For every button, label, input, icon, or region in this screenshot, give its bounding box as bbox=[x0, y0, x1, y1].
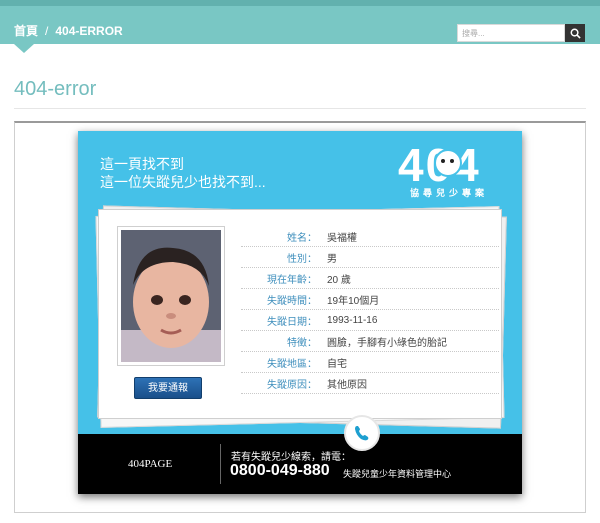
age-label: 現在年齡： bbox=[267, 274, 317, 286]
info-row-reason: 失蹤原因： 其他原因 bbox=[241, 373, 499, 394]
search-input[interactable] bbox=[457, 24, 565, 42]
logo-eye-left bbox=[441, 159, 445, 163]
missing-time-label: 失蹤時間： bbox=[267, 295, 317, 307]
report-button[interactable]: 我要通報 bbox=[134, 377, 202, 399]
features-label: 特徵： bbox=[287, 337, 317, 349]
logo-face-icon bbox=[434, 149, 462, 177]
reason-value: 其他原因 bbox=[327, 379, 367, 391]
info-row-missing-date: 失蹤日期： 1993-11-16 bbox=[241, 310, 499, 331]
breadcrumb-home-link[interactable]: 首頁 bbox=[14, 24, 38, 38]
gender-value: 男 bbox=[327, 253, 337, 265]
headline-line-2: 這一位失蹤兒少也找不到... bbox=[100, 174, 266, 190]
search-box bbox=[457, 24, 585, 42]
info-row-name: 姓名： 吳福權 bbox=[241, 226, 499, 247]
top-bar: 首頁 / 404-ERROR bbox=[0, 0, 600, 44]
footer-brand: 404PAGE bbox=[128, 458, 173, 470]
info-row-gender: 性別： 男 bbox=[241, 247, 499, 268]
location-value: 自宅 bbox=[327, 358, 347, 370]
title-divider bbox=[14, 108, 586, 109]
poster-headline: 這一頁找不到 這一位失蹤兒少也找不到... bbox=[100, 155, 266, 191]
missing-info-table: 姓名： 吳福權 性別： 男 現在年齡： 20 歲 失蹤時間： 19年10個月 失蹤日期：… bbox=[241, 226, 499, 394]
phone-handset-icon bbox=[355, 426, 369, 441]
hotline-number[interactable]: 0800-049-880 bbox=[230, 462, 330, 480]
features-value: 圓臉，手腳有小綠色的胎記 bbox=[327, 337, 447, 349]
info-row-features: 特徵： 圓臉，手腳有小綠色的胎記 bbox=[241, 331, 499, 352]
search-icon bbox=[570, 28, 581, 39]
breadcrumb-separator: / bbox=[45, 24, 49, 38]
info-card: 我要通報 姓名： 吳福權 性別： 男 現在年齡： 20 歲 失蹤時間： 19年10個月 … bbox=[98, 209, 502, 419]
logo-subtitle: 協尋兒少專案 bbox=[410, 188, 489, 198]
info-row-location: 失蹤地區： 自宅 bbox=[241, 352, 499, 373]
reason-label: 失蹤原因： bbox=[267, 379, 317, 391]
phone-icon bbox=[344, 415, 380, 451]
breadcrumb-current: 404-ERROR bbox=[55, 24, 123, 38]
location-label: 失蹤地區： bbox=[267, 358, 317, 370]
search-button[interactable] bbox=[565, 24, 585, 42]
poster-footer: 404PAGE 若有失蹤兒少線索，請電： 0800-049-880 失蹤兒童少年… bbox=[78, 434, 522, 494]
info-row-age: 現在年齡： 20 歲 bbox=[241, 268, 499, 289]
name-label: 姓名： bbox=[287, 232, 317, 244]
age-value: 20 歲 bbox=[327, 274, 351, 286]
breadcrumb: 首頁 / 404-ERROR bbox=[14, 22, 123, 39]
page-title: 404-error bbox=[14, 78, 97, 100]
logo-eye-right bbox=[450, 159, 454, 163]
info-row-missing-time: 失蹤時間： 19年10個月 bbox=[241, 289, 499, 310]
headline-line-1: 這一頁找不到 bbox=[100, 156, 184, 172]
404-logo: 404 bbox=[398, 139, 479, 187]
gender-label: 性別： bbox=[287, 253, 317, 265]
footer-prompt: 若有失蹤兒少線索，請電： bbox=[231, 452, 351, 463]
missing-date-value: 1993-11-16 bbox=[327, 314, 378, 326]
missing-time-value: 19年10個月 bbox=[327, 295, 380, 307]
breadcrumb-pointer bbox=[14, 44, 34, 53]
name-value: 吳福權 bbox=[327, 232, 357, 244]
child-photo-image bbox=[121, 230, 221, 362]
missing-child-poster: 這一頁找不到 這一位失蹤兒少也找不到... 404 協尋兒少專案 bbox=[78, 131, 522, 494]
child-photo bbox=[117, 226, 225, 366]
child-face-illustration bbox=[121, 230, 221, 362]
missing-date-label: 失蹤日期： bbox=[267, 316, 317, 328]
footer-organization: 失蹤兒童少年資料管理中心 bbox=[343, 469, 452, 479]
footer-divider bbox=[220, 444, 221, 484]
